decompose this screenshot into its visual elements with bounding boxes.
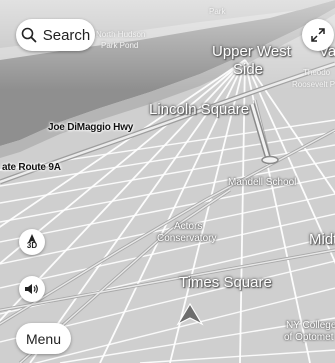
map-label-park: Park (209, 7, 226, 16)
menu-button-label: Menu (25, 330, 62, 347)
map-label-actors-conservatory-2: Conservatory (157, 233, 217, 244)
map-label-state-route-9a: ate Route 9A (2, 162, 61, 173)
map-label-theodore: Theodo (303, 68, 331, 77)
sound-button[interactable] (19, 276, 45, 302)
map-label-upper-west-side-2: Side (233, 61, 264, 78)
search-button-label: Search (42, 26, 91, 44)
expand-icon (311, 28, 325, 42)
map-label-actors-conservatory: Actors (174, 221, 203, 232)
navigation-screen: Park North Hudson Park Pond Upper West S… (0, 0, 335, 363)
map-label-north-hudson: North Hudson (96, 30, 146, 39)
map-label-lincoln-square: Lincoln Square (149, 101, 250, 118)
map-label-mandell-school: Mandell School (228, 177, 297, 188)
menu-button[interactable]: Menu (16, 323, 71, 354)
map-label-joe-dimaggio-hwy: Joe DiMaggio Hwy (48, 122, 134, 133)
search-icon (21, 27, 37, 43)
map-label-ny-college: NY College (286, 320, 335, 331)
search-button[interactable]: Search (16, 19, 95, 51)
view-mode-button[interactable]: 3D (19, 229, 45, 255)
map-label-midtown: Midt (309, 231, 335, 248)
expand-button[interactable] (302, 19, 334, 51)
map-label-times-square: Times Square (179, 274, 272, 291)
speaker-icon (25, 284, 38, 294)
map-label-theodore-2: Roosevelt P (292, 80, 335, 89)
map-label-ny-college-2: of Optomet (284, 332, 334, 343)
map-label-upper-west-side: Upper West (212, 43, 291, 60)
map-label-north-hudson-2: Park Pond (101, 41, 139, 50)
view-mode-label: 3D (26, 241, 38, 250)
